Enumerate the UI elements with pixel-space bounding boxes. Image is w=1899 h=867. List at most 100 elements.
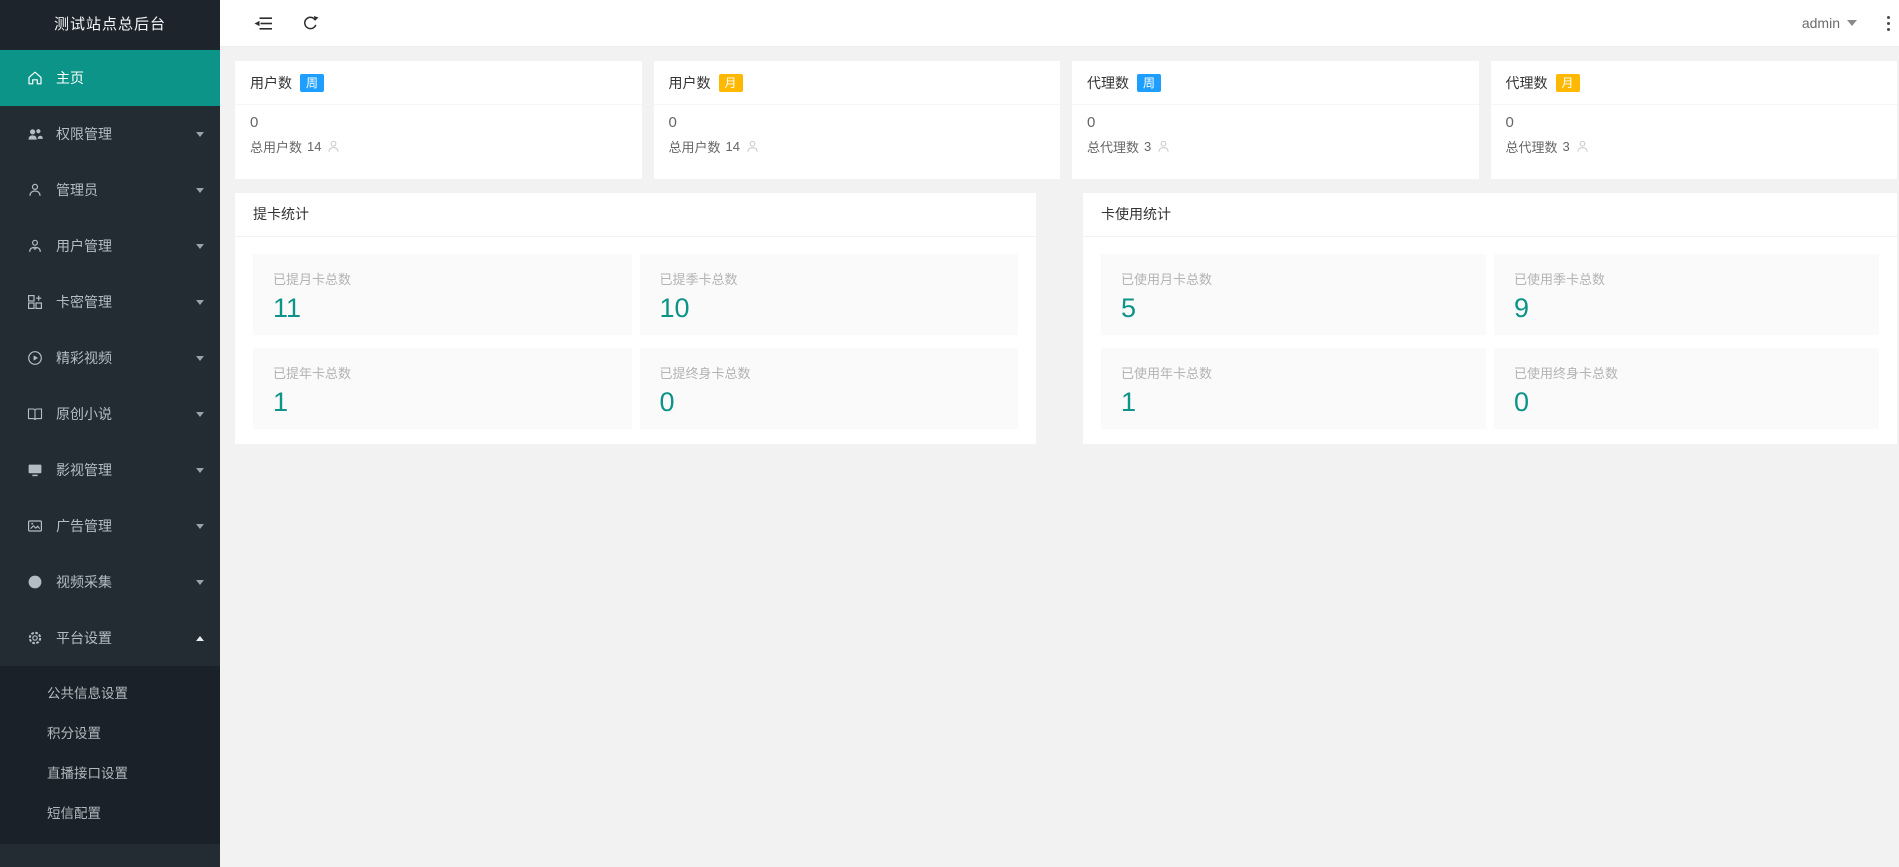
chevron-down-icon: [196, 131, 204, 137]
sidebar-subitem-live-api[interactable]: 直播接口设置: [0, 754, 220, 794]
dashboard-content: 用户数 周 0 总用户数 14 用户数 月 0 总用户数 14 代理数 周 0 …: [220, 47, 1899, 444]
stat-box: 已提年卡总数 1: [253, 348, 632, 429]
sidebar-item-platform-settings[interactable]: 平台设置: [0, 610, 220, 666]
platform-settings-submenu: 公共信息设置 积分设置 直播接口设置 短信配置: [0, 666, 220, 844]
card-value: 0: [1505, 114, 1514, 131]
stat-box-value: 0: [1514, 387, 1530, 417]
card-total-value: 3: [1562, 139, 1570, 154]
card-value: 0: [250, 114, 259, 131]
sidebar-item-label: 精彩视频: [56, 350, 112, 366]
chevron-down-icon: [196, 579, 204, 585]
card-title: 代理数: [1505, 75, 1548, 91]
stat-box: 已使用年卡总数 1: [1101, 348, 1486, 429]
card-header: 代理数 周: [1072, 61, 1479, 105]
stat-box-label: 已使用年卡总数: [1121, 366, 1213, 381]
sidebar-subitem-sms-config[interactable]: 短信配置: [0, 794, 220, 834]
stat-box-label: 已使用月卡总数: [1121, 272, 1213, 287]
card-total: 总代理数 3: [1506, 137, 1883, 156]
chevron-up-icon: [196, 635, 204, 641]
period-badge-week: 周: [300, 74, 325, 92]
sidebar-subitem-points[interactable]: 积分设置: [0, 714, 220, 754]
card-total: 总代理数 3: [1087, 137, 1464, 156]
card-total-value: 3: [1144, 139, 1152, 154]
sidebar-item-card-management[interactable]: 卡密管理: [0, 274, 220, 330]
stat-box: 已提月卡总数 11: [253, 254, 632, 335]
stat-box: 已提终身卡总数 0: [639, 348, 1018, 429]
stat-box-value: 9: [1514, 293, 1530, 323]
card-total-label: 总代理数: [1505, 140, 1558, 155]
period-badge-month: 月: [718, 74, 743, 92]
panels-row: 提卡统计 已提月卡总数 11 已提季卡总数 10 已提年卡总数 1 已提终身卡总…: [235, 193, 1897, 444]
main-area: admin 用户数 周 0 总用户数 14 用户数 月 0 总用户数 14 代理…: [220, 0, 1899, 867]
stat-box-label: 已提季卡总数: [659, 272, 738, 287]
card-total-label: 总用户数: [668, 140, 721, 155]
sidebar-item-administrators[interactable]: 管理员: [0, 162, 220, 218]
stat-box-value: 1: [1121, 387, 1137, 417]
sidebar-item-movie-management[interactable]: 影视管理: [0, 442, 220, 498]
card-header: 用户数 月: [653, 61, 1060, 105]
sidebar-item-label: 管理员: [56, 182, 98, 198]
sidebar-item-ad-management[interactable]: 广告管理: [0, 498, 220, 554]
sidebar-item-user-management[interactable]: 用户管理: [0, 218, 220, 274]
card-total-value: 14: [307, 139, 322, 154]
monitor-icon: [28, 464, 42, 477]
refresh-icon: [304, 15, 319, 29]
user-icon: [29, 239, 41, 252]
username: admin: [1801, 15, 1840, 31]
sidebar-menu: 主页 权限管理 管理员 用户管理 卡密管理 精彩视频 原创小说 影视管理 广告管…: [0, 50, 220, 867]
sidebar-item-label: 卡密管理: [56, 294, 112, 310]
stat-cards-row: 用户数 周 0 总用户数 14 用户数 月 0 总用户数 14 代理数 周 0 …: [235, 61, 1897, 179]
topbar: admin: [220, 0, 1899, 47]
panel-title: 卡使用统计: [1083, 193, 1897, 237]
stat-box: 已使用季卡总数 9: [1494, 254, 1879, 335]
card-total-label: 总代理数: [1087, 140, 1140, 155]
card-body: 0 总代理数 3: [1072, 105, 1479, 156]
users-icon: [28, 129, 43, 140]
stat-box-label: 已提年卡总数: [273, 366, 352, 381]
sidebar-item-home[interactable]: 主页: [0, 50, 220, 106]
refresh-button[interactable]: [302, 15, 319, 32]
card-value: 0: [1087, 114, 1096, 131]
chevron-down-icon: [1847, 20, 1857, 26]
panel-title: 提卡统计: [235, 193, 1036, 237]
stat-card-agents-week: 代理数 周 0 总代理数 3: [1072, 61, 1479, 179]
card-title: 用户数: [250, 75, 292, 91]
collapse-sidebar-button[interactable]: [254, 16, 273, 31]
card-body: 0 总用户数 14: [235, 105, 642, 156]
panel-body: 已使用月卡总数 5 已使用季卡总数 9 已使用年卡总数 1 已使用终身卡总数 0: [1083, 237, 1897, 444]
card-body: 0 总代理数 3: [1491, 105, 1898, 156]
chevron-down-icon: [196, 467, 204, 473]
sidebar-subitem-public-info[interactable]: 公共信息设置: [0, 674, 220, 714]
sidebar-item-novels[interactable]: 原创小说: [0, 386, 220, 442]
stat-card-agents-month: 代理数 月 0 总代理数 3: [1490, 61, 1898, 179]
play-circle-icon: [28, 351, 42, 365]
stat-box-value: 10: [659, 293, 690, 323]
person-outline-icon: [1577, 140, 1588, 152]
card-total-value: 14: [725, 139, 740, 154]
stat-box-value: 11: [273, 293, 302, 323]
person-outline-icon: [747, 140, 758, 152]
menu-fold-icon: [254, 16, 272, 30]
more-vertical-icon[interactable]: [1887, 15, 1891, 31]
chevron-down-icon: [196, 411, 204, 417]
person-outline-icon: [328, 140, 340, 152]
stat-box: 已提季卡总数 10: [639, 254, 1018, 335]
sidebar-item-video-collect[interactable]: 视频采集: [0, 554, 220, 610]
app-title: 测试站点总后台: [0, 0, 220, 50]
period-badge-month: 月: [1555, 74, 1580, 92]
sidebar-item-label: 原创小说: [56, 406, 112, 422]
sidebar-item-label: 平台设置: [56, 630, 112, 646]
stat-box-label: 已使用终身卡总数: [1514, 366, 1619, 381]
picture-icon: [28, 520, 43, 532]
book-icon: [27, 408, 43, 421]
sidebar-item-permissions[interactable]: 权限管理: [0, 106, 220, 162]
panel-card-usage-stats: 卡使用统计 已使用月卡总数 5 已使用季卡总数 9 已使用年卡总数 1 已使用终…: [1083, 193, 1897, 444]
user-dropdown[interactable]: admin: [1802, 15, 1857, 31]
chevron-down-icon: [196, 299, 204, 305]
card-value: 0: [668, 114, 677, 131]
panel-card-extraction-stats: 提卡统计 已提月卡总数 11 已提季卡总数 10 已提年卡总数 1 已提终身卡总…: [235, 193, 1036, 444]
chevron-down-icon: [196, 355, 204, 361]
sidebar-item-videos[interactable]: 精彩视频: [0, 330, 220, 386]
sidebar-item-label: 视频采集: [56, 574, 112, 590]
card-body: 0 总用户数 14: [654, 105, 1061, 156]
